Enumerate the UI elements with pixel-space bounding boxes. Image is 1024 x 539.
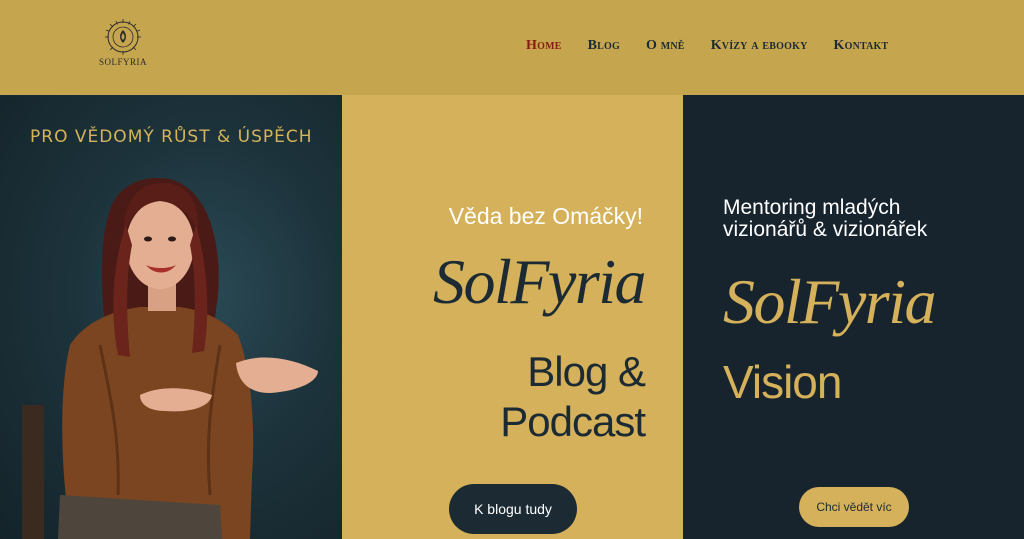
vision-subtitle: Mentoring mladých vizionářů & vizionářek	[723, 197, 927, 241]
vision-subtitle-line1: Mentoring mladých	[723, 196, 901, 219]
vision-subtitle-line2: vizionářů & vizionářek	[723, 218, 928, 241]
main-nav: Home Blog O mně Kvízy a ebooky Kontakt	[526, 38, 888, 54]
nav-item-blog[interactable]: Blog	[588, 38, 620, 54]
hero-photo-panel: PRO VĚDOMÝ RŮST & ÚSPĚCH	[0, 95, 342, 539]
blog-button[interactable]: K blogu tudy	[449, 484, 577, 534]
nav-item-kvizy[interactable]: Kvízy a ebooky	[711, 38, 808, 54]
nav-item-home[interactable]: Home	[526, 38, 562, 54]
blog-title-line2: Podcast	[500, 398, 646, 445]
portrait-photo	[22, 177, 318, 539]
logo-text: SOLFYRIA	[98, 57, 147, 67]
site-logo[interactable]: SOLFYRIA	[98, 18, 148, 70]
tagline: PRO VĚDOMÝ RŮST & ÚSPĚCH	[30, 127, 313, 147]
blog-title: Blog & Podcast	[500, 347, 646, 447]
blog-podcast-panel: Věda bez Omáčky! SolFyria Blog & Podcast…	[342, 95, 683, 539]
vision-button[interactable]: Chci vědět víc	[799, 487, 909, 527]
blog-title-line1: Blog &	[527, 348, 646, 395]
nav-item-o-mne[interactable]: O mně	[646, 38, 685, 54]
vision-panel: Mentoring mladých vizionářů & vizionářek…	[683, 95, 1024, 539]
site-header: SOLFYRIA Home Blog O mně Kvízy a ebooky …	[0, 0, 1024, 95]
nav-item-kontakt[interactable]: Kontakt	[834, 38, 889, 54]
vision-title: Vision	[723, 356, 842, 408]
sun-logo-icon	[105, 19, 141, 55]
vision-brand-heading: SolFyria	[723, 266, 936, 337]
blog-brand-heading: SolFyria	[433, 246, 646, 317]
blog-subtitle: Věda bez Omáčky!	[448, 203, 643, 229]
